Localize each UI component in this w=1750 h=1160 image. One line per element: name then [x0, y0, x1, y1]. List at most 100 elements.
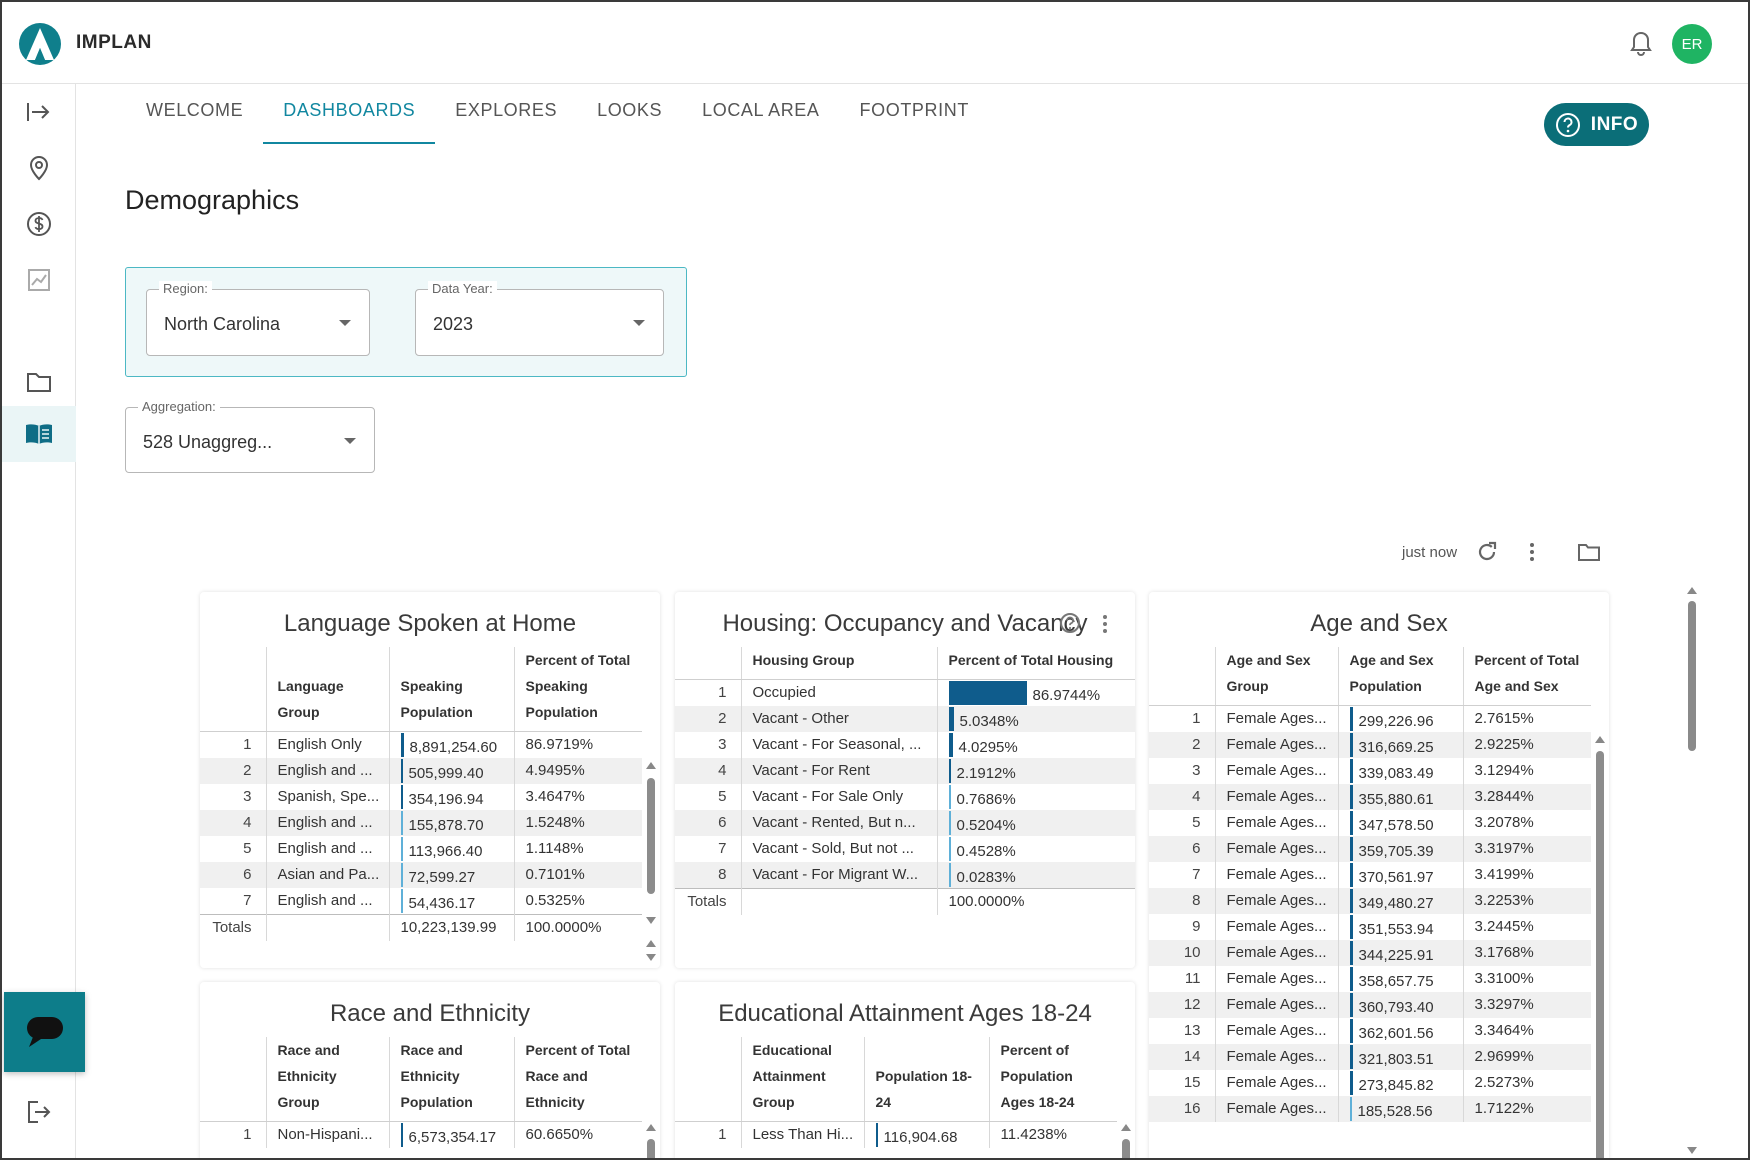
- group-cell[interactable]: Female Ages...: [1214, 1044, 1338, 1070]
- group-cell[interactable]: Vacant - Other: [740, 706, 937, 732]
- percent-cell[interactable]: 2.9699%: [1462, 1044, 1591, 1070]
- column-header[interactable]: Percent of Population Ages 18-24: [988, 1037, 1117, 1122]
- more-vert-icon[interactable]: [1527, 540, 1537, 564]
- percent-cell[interactable]: 1.5248%: [513, 810, 642, 836]
- group-cell[interactable]: Vacant - For Migrant W...: [740, 862, 937, 889]
- sidebar-item-dashboards[interactable]: [2, 406, 76, 462]
- population-cell[interactable]: 370,561.97: [1337, 862, 1463, 888]
- table-row[interactable]: 4 English and ... 155,878.70 1.5248%: [200, 810, 642, 836]
- group-cell[interactable]: Female Ages...: [1214, 966, 1338, 992]
- sidebar-item-projects[interactable]: [2, 354, 76, 410]
- scroll-thumb[interactable]: [1596, 751, 1604, 1158]
- column-header[interactable]: Population 18-24: [863, 1037, 989, 1122]
- population-cell[interactable]: 273,845.82: [1337, 1070, 1463, 1096]
- population-cell[interactable]: 116,904.68: [863, 1121, 989, 1148]
- column-header[interactable]: Race and Ethnicity Group: [265, 1037, 389, 1122]
- percent-cell[interactable]: 0.5204%: [936, 810, 1135, 836]
- population-cell[interactable]: 339,083.49: [1337, 758, 1463, 784]
- percent-cell[interactable]: 3.2078%: [1462, 810, 1591, 836]
- group-cell[interactable]: Vacant - For Sale Only: [740, 784, 937, 810]
- table-row[interactable]: 9 Female Ages... 351,553.94 3.2445%: [1149, 914, 1591, 940]
- percent-cell[interactable]: 1.7122%: [1462, 1096, 1591, 1122]
- sidebar-item-analytics[interactable]: [2, 252, 76, 308]
- table-row[interactable]: 4 Vacant - For Rent 2.1912%: [675, 758, 1135, 784]
- table-row[interactable]: 11 Female Ages... 358,657.75 3.3100%: [1149, 966, 1591, 992]
- population-cell[interactable]: 8,891,254.60: [388, 731, 514, 758]
- percent-cell[interactable]: 2.7615%: [1462, 705, 1591, 732]
- group-cell[interactable]: Non-Hispani...: [265, 1121, 389, 1148]
- percent-cell[interactable]: 3.2253%: [1462, 888, 1591, 914]
- bell-icon[interactable]: [1628, 30, 1654, 58]
- tab-local-area[interactable]: LOCAL AREA: [682, 88, 839, 144]
- percent-cell[interactable]: 3.4647%: [513, 784, 642, 810]
- percent-cell[interactable]: 3.2844%: [1462, 784, 1591, 810]
- percent-cell[interactable]: 3.2445%: [1462, 914, 1591, 940]
- group-cell[interactable]: Vacant - For Rent: [740, 758, 937, 784]
- percent-cell[interactable]: 0.0283%: [936, 862, 1135, 889]
- table-row[interactable]: 5 Vacant - For Sale Only 0.7686%: [675, 784, 1135, 810]
- group-cell[interactable]: Vacant - Sold, But not ...: [740, 836, 937, 862]
- table-row[interactable]: 8 Female Ages... 349,480.27 3.2253%: [1149, 888, 1591, 914]
- page-scrollbar[interactable]: [1687, 587, 1697, 1157]
- table-row[interactable]: 16 Female Ages... 185,528.56 1.7122%: [1149, 1096, 1591, 1122]
- percent-cell[interactable]: 2.5273%: [1462, 1070, 1591, 1096]
- percent-cell[interactable]: 1.1148%: [513, 836, 642, 862]
- population-cell[interactable]: 155,878.70: [388, 810, 514, 836]
- data-year-select[interactable]: Data Year: 2023: [415, 281, 664, 356]
- population-cell[interactable]: 362,601.56: [1337, 1018, 1463, 1044]
- tab-dashboards[interactable]: DASHBOARDS: [263, 88, 436, 144]
- expand-sidebar-button[interactable]: [2, 84, 76, 140]
- table-row[interactable]: 3 Female Ages... 339,083.49 3.1294%: [1149, 758, 1591, 784]
- scroll-thumb[interactable]: [647, 778, 655, 894]
- percent-cell[interactable]: 0.4528%: [936, 836, 1135, 862]
- column-header[interactable]: Race and Ethnicity Population: [388, 1037, 514, 1122]
- group-cell[interactable]: Female Ages...: [1214, 1018, 1338, 1044]
- sidebar-item-economic[interactable]: [2, 196, 76, 252]
- table-row[interactable]: 1 English Only 8,891,254.60 86.9719%: [200, 731, 642, 758]
- population-cell[interactable]: 358,657.75: [1337, 966, 1463, 992]
- group-cell[interactable]: Female Ages...: [1214, 888, 1338, 914]
- group-cell[interactable]: Vacant - Rented, But n...: [740, 810, 937, 836]
- chat-widget-button[interactable]: [4, 992, 85, 1072]
- percent-cell[interactable]: 4.0295%: [936, 732, 1135, 758]
- logout-button[interactable]: [2, 1084, 76, 1140]
- user-avatar[interactable]: ER: [1672, 24, 1712, 64]
- tab-looks[interactable]: LOOKS: [577, 88, 682, 144]
- aggregation-select[interactable]: Aggregation: 528 Unaggreg...: [125, 399, 375, 473]
- help-circle-icon[interactable]: [1059, 612, 1081, 634]
- population-cell[interactable]: 299,226.96: [1337, 705, 1463, 732]
- scroll-down-icon[interactable]: [646, 917, 656, 924]
- percent-cell[interactable]: 3.1294%: [1462, 758, 1591, 784]
- group-cell[interactable]: Female Ages...: [1214, 732, 1338, 758]
- population-cell[interactable]: 316,669.25: [1337, 732, 1463, 758]
- percent-cell[interactable]: 3.3197%: [1462, 836, 1591, 862]
- refresh-icon[interactable]: [1475, 540, 1499, 564]
- scroll-up-icon[interactable]: [646, 940, 656, 947]
- table-row[interactable]: 6 Asian and Pa... 72,599.27 0.7101%: [200, 862, 642, 888]
- population-cell[interactable]: 321,803.51: [1337, 1044, 1463, 1070]
- scroll-up-icon[interactable]: [1595, 736, 1605, 743]
- percent-cell[interactable]: 2.1912%: [936, 758, 1135, 784]
- group-cell[interactable]: Occupied: [740, 679, 937, 706]
- population-cell[interactable]: 6,573,354.17: [388, 1121, 514, 1148]
- folder-icon[interactable]: [1577, 542, 1601, 562]
- scroll-up-icon[interactable]: [1121, 1124, 1131, 1131]
- page-scroll-thumb[interactable]: [1688, 601, 1696, 751]
- group-cell[interactable]: Female Ages...: [1214, 705, 1338, 732]
- group-cell[interactable]: Less Than Hi...: [740, 1121, 864, 1148]
- table-scrollbar[interactable]: [646, 1124, 656, 1158]
- table-scrollbar[interactable]: [646, 762, 656, 967]
- population-cell[interactable]: 349,480.27: [1337, 888, 1463, 914]
- table-row[interactable]: 1 Occupied 86.9744%: [675, 679, 1135, 706]
- group-cell[interactable]: Female Ages...: [1214, 758, 1338, 784]
- tab-welcome[interactable]: WELCOME: [126, 88, 263, 144]
- percent-cell[interactable]: 3.3464%: [1462, 1018, 1591, 1044]
- scroll-down-icon[interactable]: [646, 954, 656, 961]
- percent-cell[interactable]: 2.9225%: [1462, 732, 1591, 758]
- group-cell[interactable]: Female Ages...: [1214, 836, 1338, 862]
- column-header[interactable]: Age and Sex Group: [1214, 647, 1338, 706]
- column-header[interactable]: Percent of Total Race and Ethnicity: [513, 1037, 642, 1122]
- table-row[interactable]: 5 Female Ages... 347,578.50 3.2078%: [1149, 810, 1591, 836]
- tab-footprint[interactable]: FOOTPRINT: [840, 88, 989, 144]
- table-row[interactable]: 4 Female Ages... 355,880.61 3.2844%: [1149, 784, 1591, 810]
